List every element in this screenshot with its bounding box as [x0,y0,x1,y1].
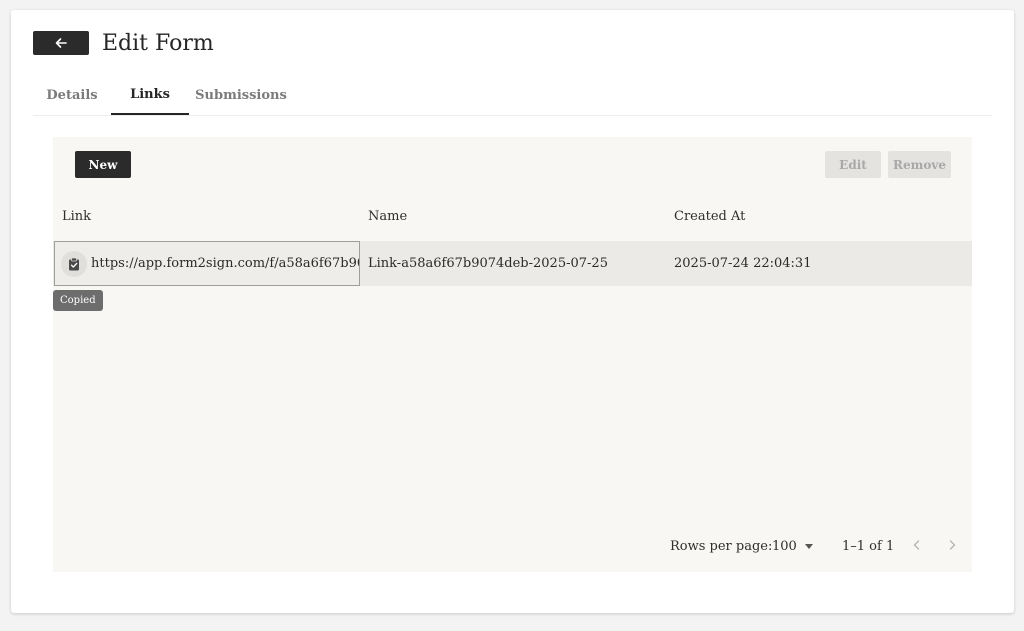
chevron-right-icon [949,540,956,550]
copied-tooltip: Copied [53,290,103,311]
tab-details[interactable]: Details [33,76,111,115]
tab-bar: Details Links Submissions [33,76,992,116]
new-link-button[interactable]: New [75,151,131,178]
link-cell[interactable]: https://app.form2sign.com/f/a58a6f67b907… [54,241,360,286]
table-row[interactable]: https://app.form2sign.com/f/a58a6f67b907… [53,241,972,286]
previous-page-button[interactable] [907,535,927,555]
rows-per-page-select[interactable]: 100 [772,539,813,554]
edit-form-card: Edit Form Details Links Submissions New … [11,10,1014,613]
links-panel: New Edit Remove Link Name Created At htt… [53,137,972,572]
column-header-created-at[interactable]: Created At [674,209,745,224]
rows-per-page-label: Rows per page: [670,539,773,554]
back-button[interactable] [33,31,89,55]
edit-button[interactable]: Edit [825,151,881,178]
tab-links[interactable]: Links [111,76,189,115]
tab-submissions[interactable]: Submissions [189,76,293,115]
next-page-button[interactable] [942,535,962,555]
chevron-left-icon [913,540,920,550]
clipboard-check-icon[interactable] [61,250,87,277]
link-url[interactable]: https://app.form2sign.com/f/a58a6f67b907… [91,256,359,271]
name-cell: Link-a58a6f67b9074deb-2025-07-25 [368,256,608,271]
created-at-cell: 2025-07-24 22:04:31 [674,256,812,271]
column-header-link[interactable]: Link [62,209,91,224]
caret-down-icon [804,544,813,549]
pagination-range: 1–1 of 1 [842,539,895,554]
column-header-name[interactable]: Name [368,209,407,224]
arrow-left-icon [55,38,67,48]
remove-button[interactable]: Remove [888,151,951,178]
rows-per-page-value: 100 [772,539,797,554]
page-title: Edit Form [102,31,214,56]
